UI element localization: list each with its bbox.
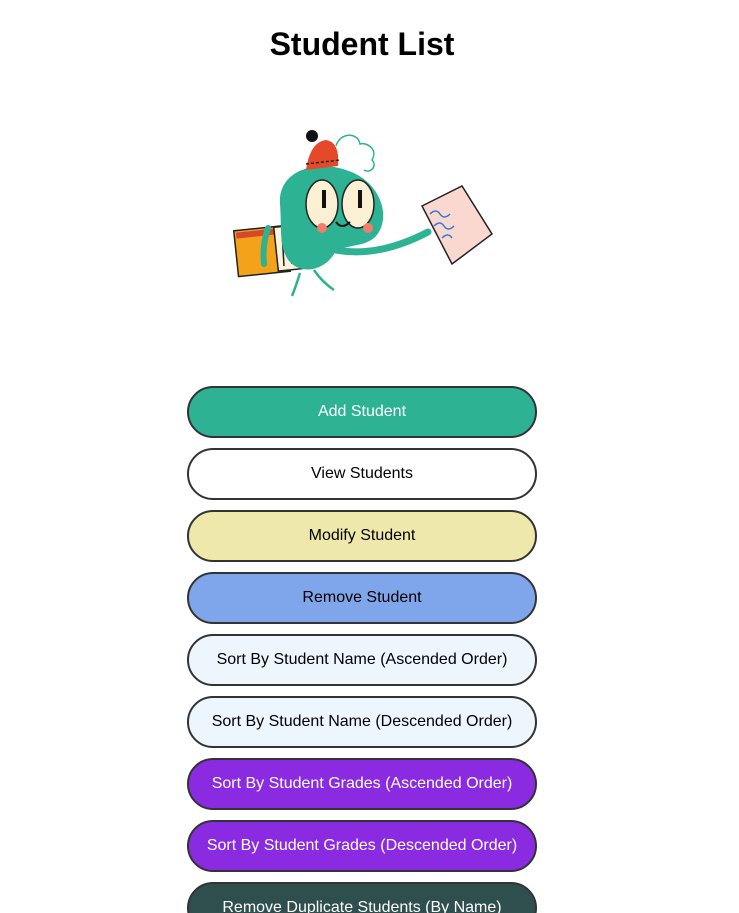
remove-duplicates-button[interactable]: Remove Duplicate Students (By Name)	[187, 882, 537, 913]
add-student-button[interactable]: Add Student	[187, 386, 537, 438]
sort-name-ascending-button[interactable]: Sort By Student Name (Ascended Order)	[187, 634, 537, 686]
view-students-button[interactable]: View Students	[187, 448, 537, 500]
remove-student-button[interactable]: Remove Student	[187, 572, 537, 624]
modify-student-button[interactable]: Modify Student	[187, 510, 537, 562]
sort-grades-descending-button[interactable]: Sort By Student Grades (Descended Order)	[187, 820, 537, 872]
page-title: Student List	[269, 26, 455, 62]
sort-name-descending-button[interactable]: Sort By Student Name (Descended Order)	[187, 696, 537, 748]
sort-grades-ascending-button[interactable]: Sort By Student Grades (Ascended Order)	[187, 758, 537, 810]
student-carrying-books-illustration	[232, 130, 494, 297]
action-button-list: Add Student View Students Modify Student…	[187, 386, 537, 913]
page: Student List Add Student View Students M…	[0, 0, 739, 913]
